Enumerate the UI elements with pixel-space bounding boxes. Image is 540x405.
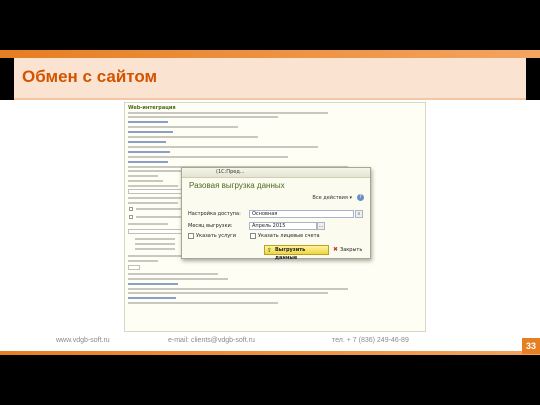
doc-text-line (128, 292, 328, 294)
doc-input[interactable] (128, 189, 188, 194)
footer-website: www.vdgb-soft.ru (56, 337, 110, 344)
access-settings-field[interactable]: Основная (249, 210, 354, 218)
doc-text-line (135, 243, 175, 245)
dialog-titlebar: (1С:Пред... (182, 168, 370, 178)
export-data-button[interactable]: ⇪ Выгрузить данные (264, 245, 329, 261)
doc-checkbox[interactable] (129, 215, 133, 219)
doc-text-line (128, 202, 178, 204)
services-checkbox[interactable] (188, 233, 194, 239)
services-checkbox-label: Указать услуги (196, 233, 237, 239)
content-area: Web-интеграция (1С:Пред... Разовая выгру… (0, 100, 540, 333)
doc-text-line (128, 175, 158, 177)
doc-link[interactable] (128, 297, 176, 299)
footer: www.vdgb-soft.ru e-mail: clients@vdgb-so… (0, 333, 540, 351)
dots-icon[interactable]: … (317, 222, 325, 230)
doc-checkbox[interactable] (129, 207, 133, 211)
bottom-accent-band (0, 351, 540, 355)
doc-text-line (128, 197, 183, 199)
doc-text-line (135, 248, 175, 250)
dialog-app-title: (1С:Пред... (216, 169, 245, 175)
access-settings-label: Настройка доступа: (188, 211, 241, 217)
doc-text-line (135, 238, 175, 240)
footer-phone: тел. + 7 (836) 249-46-89 (332, 337, 409, 344)
doc-link[interactable] (128, 151, 170, 153)
close-icon: ✖ (333, 246, 339, 253)
doc-text-line (128, 223, 168, 225)
accounts-checkbox-label: Указать лицевые счета (258, 233, 320, 239)
doc-text-line (128, 156, 288, 158)
doc-text-line (128, 255, 188, 257)
doc-text-line (128, 278, 228, 280)
search-icon[interactable]: ⌕ (355, 210, 363, 218)
doc-link[interactable] (128, 131, 173, 133)
accounts-checkbox[interactable] (250, 233, 256, 239)
slide-title: Обмен с сайтом (22, 67, 158, 86)
doc-text-line (128, 273, 218, 275)
top-accent-band (0, 50, 540, 58)
help-icon[interactable]: ? (357, 194, 364, 201)
doc-text-line (136, 216, 181, 218)
export-month-label: Месяц выгрузки: (188, 223, 233, 229)
doc-link[interactable] (128, 161, 168, 163)
all-actions-menu[interactable]: Все действия ▾ (312, 195, 352, 201)
doc-text-line (128, 180, 163, 182)
doc-text-line (128, 302, 278, 304)
document-heading: Web-интеграция (128, 105, 176, 111)
doc-input[interactable] (128, 229, 188, 234)
doc-link[interactable] (128, 121, 168, 123)
doc-text-line (128, 146, 318, 148)
doc-text-line (128, 126, 238, 128)
close-label: Закрыть (340, 247, 363, 253)
doc-text-line (128, 112, 328, 114)
doc-text-line (128, 116, 278, 118)
doc-text-line (128, 136, 258, 138)
doc-text-line (128, 260, 158, 262)
doc-text-line (136, 208, 181, 210)
doc-input[interactable] (128, 265, 140, 270)
doc-link[interactable] (128, 141, 166, 143)
doc-text-line (128, 185, 178, 187)
footer-email: e-mail: clients@vdgb-soft.ru (168, 337, 255, 344)
slide: Обмен с сайтом Web-интеграция (1С:Пред..… (0, 0, 540, 405)
close-button[interactable]: ✖ Закрыть (332, 245, 363, 255)
dialog-title: Разовая выгрузка данных (189, 181, 285, 190)
export-month-field[interactable]: Апрель 2015 (249, 222, 317, 230)
page-number: 33 (522, 338, 540, 354)
doc-link[interactable] (128, 283, 178, 285)
export-data-label: Выгрузить данные (275, 247, 306, 261)
export-icon: ⇪ (267, 247, 273, 254)
doc-text-line (128, 288, 348, 290)
title-bar: Обмен с сайтом (14, 58, 526, 100)
export-dialog: (1С:Пред... Разовая выгрузка данных Все … (181, 167, 371, 261)
